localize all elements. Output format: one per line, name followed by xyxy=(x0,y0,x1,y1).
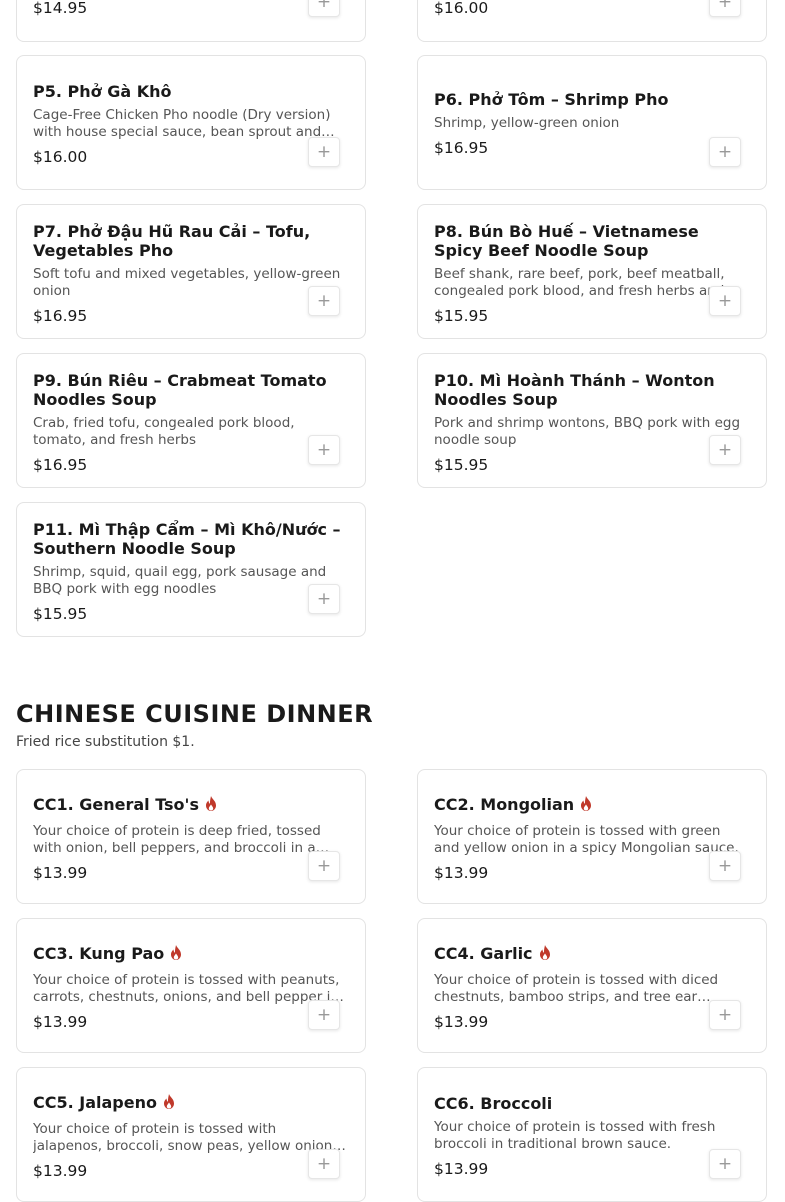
item-price: $15.95 xyxy=(434,456,489,474)
menu-item-card[interactable]: CC4. Garlic Your choice of protein is to… xyxy=(417,918,767,1053)
plus-icon: + xyxy=(717,855,733,876)
item-title-row: CC2. Mongolian xyxy=(434,795,750,814)
item-title: CC6. Broccoli xyxy=(434,1094,553,1113)
item-price: $13.99 xyxy=(434,1013,489,1031)
menu-item-card[interactable]: P7. Phở Đậu Hũ Rau Cải – Tofu, Vegetable… xyxy=(16,204,366,339)
item-title-row: CC5. Jalapeno xyxy=(33,1093,349,1112)
plus-icon: + xyxy=(717,439,733,460)
item-description: Your choice of protein is tossed with di… xyxy=(434,972,719,1005)
plus-icon: + xyxy=(717,141,733,162)
menu-item-card[interactable]: CC1. General Tso's Your choice of protei… xyxy=(16,769,366,904)
menu-item-card[interactable]: $16.00 + xyxy=(417,0,767,42)
item-title: P6. Phở Tôm – Shrimp Pho xyxy=(434,90,669,109)
section-subtitle: Fried rice substitution $1. xyxy=(16,734,195,750)
menu-item-card[interactable]: P6. Phở Tôm – Shrimp Pho Shrimp, yellow-… xyxy=(417,55,767,190)
add-item-button[interactable]: + xyxy=(709,1149,741,1179)
item-description: Shrimp, yellow-green onion xyxy=(434,115,620,131)
item-description: Beef shank, rare beef, pork, beef meatba… xyxy=(434,266,725,299)
flame-icon xyxy=(539,945,550,960)
add-item-button[interactable]: + xyxy=(709,435,741,465)
add-item-button[interactable]: + xyxy=(308,851,340,881)
add-item-button[interactable]: + xyxy=(709,0,741,17)
item-description: Your choice of protein is tossed with ja… xyxy=(33,1121,340,1154)
section-title: CHINESE CUISINE DINNER xyxy=(16,700,374,728)
item-price: $16.00 xyxy=(33,148,88,166)
item-title: CC5. Jalapeno xyxy=(33,1093,157,1112)
add-item-button[interactable]: + xyxy=(308,286,340,316)
item-description: Pork and shrimp wontons, BBQ pork with e… xyxy=(434,415,741,448)
menu-item-card[interactable]: CC2. Mongolian Your choice of protein is… xyxy=(417,769,767,904)
item-title-row: CC4. Garlic xyxy=(434,944,750,963)
plus-icon: + xyxy=(316,439,332,460)
menu-item-card[interactable]: P8. Bún Bò Huế – Vietnamese Spicy Beef N… xyxy=(417,204,767,339)
item-description: Crab, fried tofu, congealed pork blood, … xyxy=(33,415,295,448)
item-description: Your choice of protein is tossed with pe… xyxy=(33,972,340,1005)
item-title: CC4. Garlic xyxy=(434,944,533,963)
item-price: $16.95 xyxy=(434,139,489,157)
item-title: P9. Bún Riêu – Crabmeat Tomato Noodles S… xyxy=(33,371,327,409)
menu-item-card[interactable]: P11. Mì Thập Cẩm – Mì Khô/Nước – Souther… xyxy=(16,502,366,637)
flame-icon xyxy=(171,945,182,960)
item-description: Soft tofu and mixed vegetables, yellow-g… xyxy=(33,266,341,299)
item-price: $13.99 xyxy=(434,1160,489,1178)
add-item-button[interactable]: + xyxy=(308,1000,340,1030)
item-price: $15.95 xyxy=(434,307,489,325)
item-title: P11. Mì Thập Cẩm – Mì Khô/Nước – Souther… xyxy=(33,520,341,558)
plus-icon: + xyxy=(717,1153,733,1174)
item-title: P7. Phở Đậu Hũ Rau Cải – Tofu, Vegetable… xyxy=(33,222,311,260)
add-item-button[interactable]: + xyxy=(709,286,741,316)
item-price: $13.99 xyxy=(33,1162,88,1180)
item-price: $14.95 xyxy=(33,0,88,17)
item-price: $16.95 xyxy=(33,456,88,474)
add-item-button[interactable]: + xyxy=(308,137,340,167)
add-item-button[interactable]: + xyxy=(308,584,340,614)
flame-icon xyxy=(581,796,592,811)
item-description: Cage-Free Chicken Pho noodle (Dry versio… xyxy=(33,107,331,140)
item-title: CC3. Kung Pao xyxy=(33,944,165,963)
plus-icon: + xyxy=(316,1004,332,1025)
item-description: Your choice of protein is tossed with gr… xyxy=(434,823,739,856)
item-price: $13.99 xyxy=(434,864,489,882)
add-item-button[interactable]: + xyxy=(709,851,741,881)
flame-icon xyxy=(163,1094,174,1109)
plus-icon: + xyxy=(717,0,733,12)
menu-item-card[interactable]: P10. Mì Hoành Thánh – Wonton Noodles Sou… xyxy=(417,353,767,488)
plus-icon: + xyxy=(316,141,332,162)
plus-icon: + xyxy=(717,290,733,311)
plus-icon: + xyxy=(717,1004,733,1025)
item-title: CC2. Mongolian xyxy=(434,795,575,814)
item-price: $16.95 xyxy=(33,307,88,325)
item-title: P5. Phở Gà Khô xyxy=(33,82,172,101)
item-title-row: CC1. General Tso's xyxy=(33,795,349,814)
item-price: $13.99 xyxy=(33,1013,88,1031)
item-description: Your choice of protein is tossed with fr… xyxy=(434,1119,716,1152)
item-title: P10. Mì Hoành Thánh – Wonton Noodles Sou… xyxy=(434,371,715,409)
plus-icon: + xyxy=(316,855,332,876)
add-item-button[interactable]: + xyxy=(308,0,340,17)
menu-item-card[interactable]: P9. Bún Riêu – Crabmeat Tomato Noodles S… xyxy=(16,353,366,488)
menu-item-card[interactable]: P5. Phở Gà Khô Cage-Free Chicken Pho noo… xyxy=(16,55,366,190)
add-item-button[interactable]: + xyxy=(709,1000,741,1030)
item-price: $16.00 xyxy=(434,0,489,17)
plus-icon: + xyxy=(316,290,332,311)
plus-icon: + xyxy=(316,588,332,609)
plus-icon: + xyxy=(316,1153,332,1174)
add-item-button[interactable]: + xyxy=(308,435,340,465)
item-description: Your choice of protein is deep fried, to… xyxy=(33,823,321,856)
item-title: P8. Bún Bò Huế – Vietnamese Spicy Beef N… xyxy=(434,222,699,260)
menu-item-card[interactable]: $14.95 + xyxy=(16,0,366,42)
flame-icon xyxy=(205,796,216,811)
add-item-button[interactable]: + xyxy=(308,1149,340,1179)
item-description: Shrimp, squid, quail egg, pork sausage a… xyxy=(33,564,327,597)
menu-item-card[interactable]: CC6. Broccoli Your choice of protein is … xyxy=(417,1067,767,1202)
item-price: $13.99 xyxy=(33,864,88,882)
item-title: CC1. General Tso's xyxy=(33,795,199,814)
item-price: $15.95 xyxy=(33,605,88,623)
item-title-row: CC3. Kung Pao xyxy=(33,944,349,963)
add-item-button[interactable]: + xyxy=(709,137,741,167)
menu-item-card[interactable]: CC3. Kung Pao Your choice of protein is … xyxy=(16,918,366,1053)
plus-icon: + xyxy=(316,0,332,12)
menu-item-card[interactable]: CC5. Jalapeno Your choice of protein is … xyxy=(16,1067,366,1202)
